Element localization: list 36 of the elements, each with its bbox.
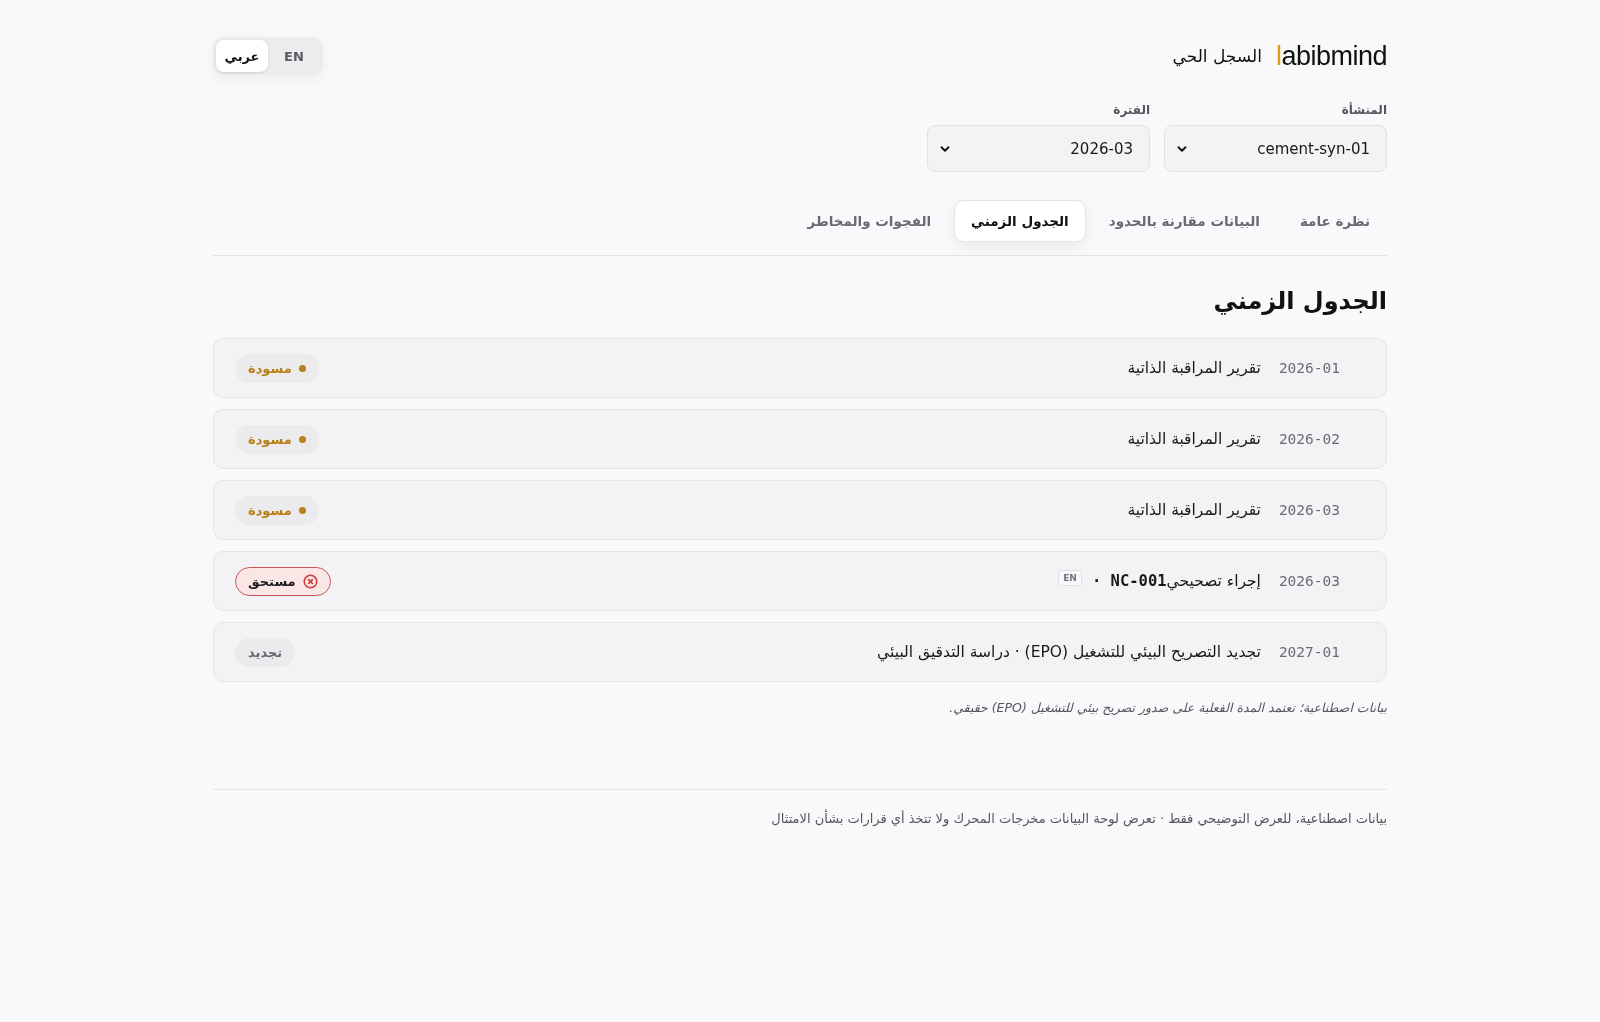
x-circle-icon <box>302 573 318 589</box>
event-title: تجديد التصريح البيئي للتشغيل (EPO) · دراسة التدقيق البيئي <box>877 642 1261 664</box>
status-label: تجديد <box>248 644 283 660</box>
status-label: مستحق <box>248 573 296 589</box>
event-date: 2026-03 <box>1278 573 1340 589</box>
language-button[interactable]: EN <box>268 40 320 72</box>
brand-logo: labibmind <box>1275 40 1387 72</box>
tab[interactable]: الجدول الزمني <box>954 200 1086 242</box>
status-label: مسودة <box>248 431 292 447</box>
select-field[interactable]: 2026-03 <box>927 125 1150 172</box>
tab[interactable]: الفجوات والمخاطر <box>790 200 949 242</box>
footnote: بيانات اصطناعية؛ تعتمد المدة الفعلية على صدور تصريح بيئي للتشغيل (EPO) حقيقي. <box>948 699 1387 717</box>
disclaimer-text: بيانات اصطناعية، للعرض التوضيحي فقط · تعرض لوحة البيانات مخرجات المحرك ولا تتخذ أي قرارات بشأن الامتثال <box>770 810 1387 828</box>
status-dot-icon <box>298 435 306 443</box>
language-tag: EN <box>1058 570 1082 586</box>
field-label: الفترة <box>1112 103 1150 117</box>
event-date: 2026-03 <box>1278 502 1340 518</box>
reference-code: NC-001 · <box>1091 571 1167 590</box>
field-label: المنشأة <box>1340 103 1387 117</box>
event-title: تقرير المراقبة الذاتية <box>1127 500 1261 521</box>
event-date: 2026-02 <box>1278 431 1340 447</box>
status-label: مسودة <box>248 502 292 518</box>
event-date: 2027-01 <box>1278 644 1340 660</box>
tab[interactable]: البيانات مقارنة بالحدود <box>1091 200 1277 242</box>
section-heading: الجدول الزمني <box>1212 286 1387 317</box>
tab[interactable]: نظرة عامة <box>1282 200 1387 242</box>
select-field[interactable]: cement-syn-01 <box>1164 125 1387 172</box>
event-title: تقرير المراقبة الذاتية <box>1127 358 1261 379</box>
event-date: 2026-01 <box>1278 360 1340 376</box>
status-label: مسودة <box>248 360 292 376</box>
event-title: تقرير المراقبة الذاتية <box>1127 429 1261 450</box>
site-title: السجل الحي <box>1172 46 1262 66</box>
status-dot-icon <box>298 506 306 514</box>
event-title: إجراء تصحيحي <box>1166 571 1261 593</box>
language-button[interactable]: عربي <box>216 40 268 72</box>
status-dot-icon <box>298 364 306 372</box>
